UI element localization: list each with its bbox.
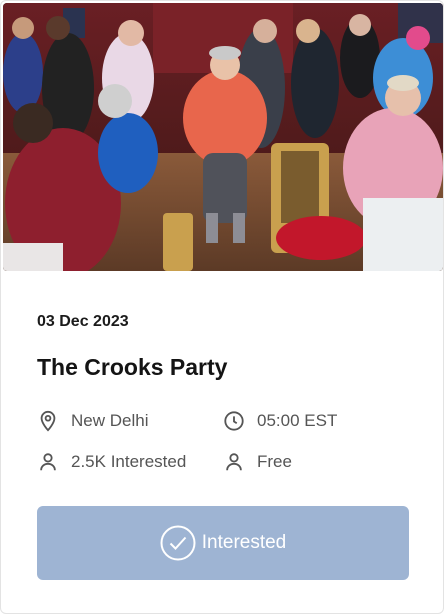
person-icon [223, 451, 245, 473]
event-photo [3, 3, 443, 271]
event-time-label: 05:00 EST [257, 411, 338, 430]
event-location-label: New Delhi [71, 411, 149, 430]
clock-icon [223, 410, 245, 432]
event-price-label: Free [257, 452, 292, 471]
event-location: New Delhi [37, 410, 148, 432]
interested-button-label: Interested [201, 532, 287, 553]
map-pin-icon [37, 410, 59, 432]
event-price: Free [223, 451, 292, 473]
event-card[interactable]: 03 Dec 2023 The Crooks Party New Delhi 0… [0, 0, 444, 614]
interested-button[interactable]: Interested [37, 506, 409, 580]
event-interested-count: 2.5K Interested [37, 451, 186, 473]
check-circle-icon [160, 525, 196, 561]
event-date: 03 Dec 2023 [37, 313, 129, 330]
person-icon [37, 451, 59, 473]
event-title: The Crooks Party [37, 354, 228, 380]
event-time: 05:00 EST [223, 410, 337, 432]
event-interested-label: 2.5K Interested [71, 452, 187, 471]
